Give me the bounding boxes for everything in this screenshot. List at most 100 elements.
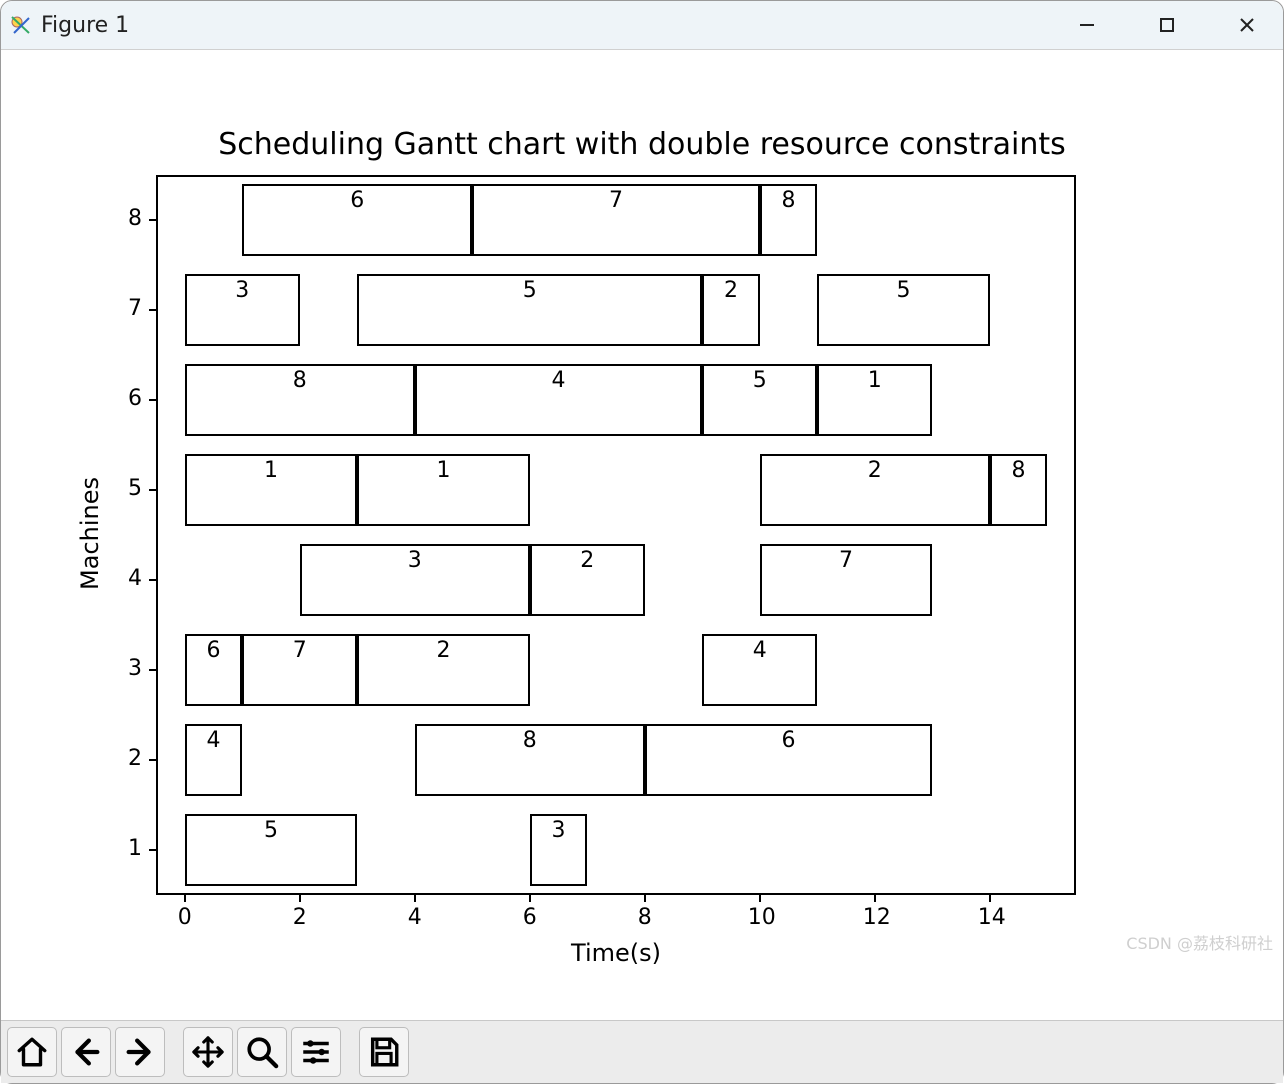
gantt-bar: 6	[242, 184, 472, 256]
gantt-bar-label: 4	[207, 728, 221, 753]
gantt-bar-label: 3	[552, 818, 566, 843]
gantt-bar-label: 6	[782, 728, 796, 753]
gantt-bar-label: 6	[207, 638, 221, 663]
x-tick-mark	[529, 895, 531, 902]
x-tick-label: 12	[863, 905, 887, 930]
gantt-bar: 6	[185, 634, 243, 706]
gantt-bar: 6	[645, 724, 933, 796]
gantt-bar-label: 8	[523, 728, 537, 753]
y-tick-label: 3	[118, 656, 142, 681]
gantt-bar: 3	[530, 814, 588, 886]
minimize-button[interactable]	[1071, 9, 1103, 41]
gantt-bar: 1	[817, 364, 932, 436]
gantt-bar: 2	[702, 274, 760, 346]
gantt-bar-label: 3	[235, 278, 249, 303]
x-tick-mark	[644, 895, 646, 902]
gantt-bar-label: 1	[264, 458, 278, 483]
gantt-bar-label: 6	[350, 188, 364, 213]
gantt-bar: 3	[185, 274, 300, 346]
x-tick-label: 14	[978, 905, 1002, 930]
y-tick-mark	[149, 759, 156, 761]
titlebar: Figure 1	[1, 1, 1283, 50]
gantt-bar-label: 1	[437, 458, 451, 483]
gantt-bar-label: 1	[868, 368, 882, 393]
gantt-bar-label: 8	[1012, 458, 1026, 483]
gantt-bar: 7	[242, 634, 357, 706]
gantt-bar: 4	[185, 724, 243, 796]
gantt-bar: 2	[357, 634, 530, 706]
y-tick-mark	[149, 309, 156, 311]
y-tick-label: 4	[118, 566, 142, 591]
gantt-bar-label: 4	[552, 368, 566, 393]
x-tick-mark	[414, 895, 416, 902]
gantt-bar-label: 5	[897, 278, 911, 303]
window-title: Figure 1	[41, 13, 129, 38]
matplotlib-toolbar	[1, 1020, 1283, 1083]
y-tick-mark	[149, 849, 156, 851]
x-tick-label: 10	[748, 905, 772, 930]
gantt-bar-label: 2	[868, 458, 882, 483]
x-tick-mark	[874, 895, 876, 902]
back-button[interactable]	[61, 1027, 111, 1077]
gantt-bar: 5	[357, 274, 702, 346]
gantt-bar-label: 7	[839, 548, 853, 573]
y-tick-label: 6	[118, 386, 142, 411]
gantt-bar: 4	[702, 634, 817, 706]
forward-button[interactable]	[115, 1027, 165, 1077]
zoom-button[interactable]	[237, 1027, 287, 1077]
configure-subplots-button[interactable]	[291, 1027, 341, 1077]
x-tick-label: 8	[633, 905, 657, 930]
gantt-bar: 8	[760, 184, 818, 256]
gantt-bar-label: 5	[523, 278, 537, 303]
pan-button[interactable]	[183, 1027, 233, 1077]
home-button[interactable]	[7, 1027, 57, 1077]
x-tick-label: 6	[518, 905, 542, 930]
maximize-button[interactable]	[1151, 9, 1183, 41]
figure-canvas[interactable]: Scheduling Gantt chart with double resou…	[1, 50, 1283, 1020]
y-tick-label: 7	[118, 296, 142, 321]
gantt-bar: 7	[472, 184, 760, 256]
gantt-bar: 2	[760, 454, 990, 526]
y-tick-label: 5	[118, 476, 142, 501]
gantt-bar-label: 7	[609, 188, 623, 213]
gantt-bar-label: 5	[264, 818, 278, 843]
chart-title: Scheduling Gantt chart with double resou…	[1, 127, 1283, 162]
gantt-bar-label: 2	[580, 548, 594, 573]
gantt-bar: 5	[702, 364, 817, 436]
gantt-bar-label: 3	[408, 548, 422, 573]
figure-window: Figure 1 Scheduling Gantt chart with dou…	[0, 0, 1284, 1084]
gantt-bar-label: 4	[753, 638, 767, 663]
gantt-bar-label: 8	[782, 188, 796, 213]
gantt-bar: 4	[415, 364, 703, 436]
gantt-bar-label: 2	[724, 278, 738, 303]
window-controls	[1071, 9, 1275, 41]
app-icon	[9, 13, 33, 37]
gantt-bar: 5	[817, 274, 990, 346]
y-tick-label: 1	[118, 836, 142, 861]
save-button[interactable]	[359, 1027, 409, 1077]
y-tick-mark	[149, 669, 156, 671]
y-tick-label: 8	[118, 206, 142, 231]
gantt-bar: 7	[760, 544, 933, 616]
gantt-bar: 1	[185, 454, 358, 526]
y-tick-mark	[149, 219, 156, 221]
x-tick-label: 0	[173, 905, 197, 930]
x-tick-mark	[184, 895, 186, 902]
gantt-bar-label: 8	[293, 368, 307, 393]
watermark-text: CSDN @荔枝科研社	[1126, 930, 1273, 954]
gantt-bar-label: 2	[437, 638, 451, 663]
gantt-bar: 5	[185, 814, 358, 886]
gantt-bar: 2	[530, 544, 645, 616]
gantt-bar-label: 7	[293, 638, 307, 663]
y-tick-mark	[149, 579, 156, 581]
y-axis-label: Machines	[76, 477, 104, 590]
gantt-bar: 8	[415, 724, 645, 796]
gantt-bar: 1	[357, 454, 530, 526]
y-tick-label: 2	[118, 746, 142, 771]
gantt-bar: 8	[990, 454, 1048, 526]
y-tick-mark	[149, 489, 156, 491]
close-button[interactable]	[1231, 9, 1263, 41]
gantt-bar: 3	[300, 544, 530, 616]
x-tick-mark	[759, 895, 761, 902]
gantt-bar: 8	[185, 364, 415, 436]
